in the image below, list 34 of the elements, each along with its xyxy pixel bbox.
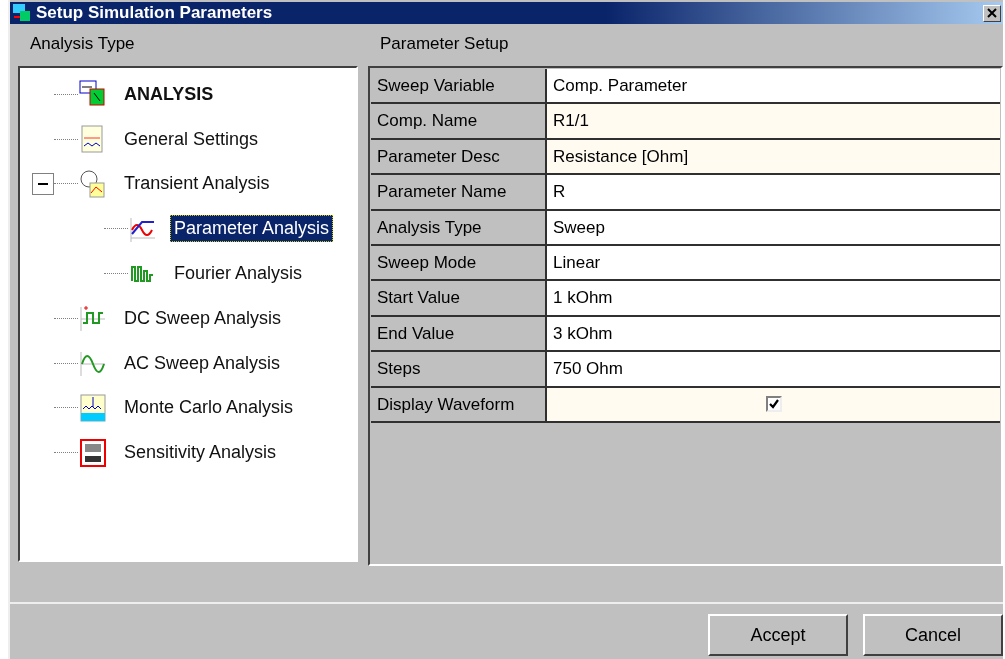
property-value[interactable]: Comp. Parameter	[547, 69, 1000, 103]
app-icon	[12, 3, 32, 23]
property-value[interactable]: 1 kOhm	[547, 281, 1000, 315]
property-value[interactable]: 3 kOhm	[547, 316, 1000, 351]
tree-item[interactable]: Monte Carlo Analysis	[120, 394, 298, 422]
tree-item[interactable]: AC Sweep Analysis	[120, 349, 285, 377]
panel-label: Analysis Type	[29, 33, 136, 55]
tree-item[interactable]: DC Sweep Analysis	[120, 304, 286, 332]
collapse-toggle[interactable]	[32, 173, 54, 195]
tree-item[interactable]: Fourier Analysis	[170, 260, 307, 288]
property-value[interactable]	[547, 387, 1000, 421]
window-title: Setup Simulation Parameters	[36, 3, 274, 23]
tree-item[interactable]: Sensitivity Analysis	[120, 439, 281, 467]
property-value[interactable]: Sweep	[547, 210, 1000, 244]
close-icon	[987, 8, 997, 18]
property-value[interactable]: R	[547, 175, 1000, 209]
tree-item[interactable]: General Settings	[120, 125, 263, 153]
square-wave-icon	[78, 303, 108, 334]
property-value[interactable]: R1/1	[547, 104, 1000, 138]
tree-item[interactable]: Transient Analysis	[120, 170, 274, 198]
tree-item[interactable]: Parameter Analysis	[170, 215, 334, 243]
property-value[interactable]: 750 Ohm	[547, 352, 1000, 386]
chart-icon	[78, 392, 108, 423]
minus-icon	[38, 183, 48, 185]
dialog-button[interactable]: Cancel	[863, 614, 1003, 656]
panel-label: Parameter Setup	[379, 33, 510, 55]
dialog-button[interactable]: Accept	[708, 614, 848, 656]
meter-icon	[78, 437, 108, 468]
tree-item[interactable]: ANALYSIS	[120, 80, 218, 108]
waveform-icon	[78, 169, 108, 199]
property-value[interactable]: Linear	[547, 245, 1000, 280]
checkbox[interactable]	[765, 396, 782, 413]
close-button[interactable]	[983, 4, 1001, 22]
property-value[interactable]: Resistance [Ohm]	[547, 139, 1000, 174]
